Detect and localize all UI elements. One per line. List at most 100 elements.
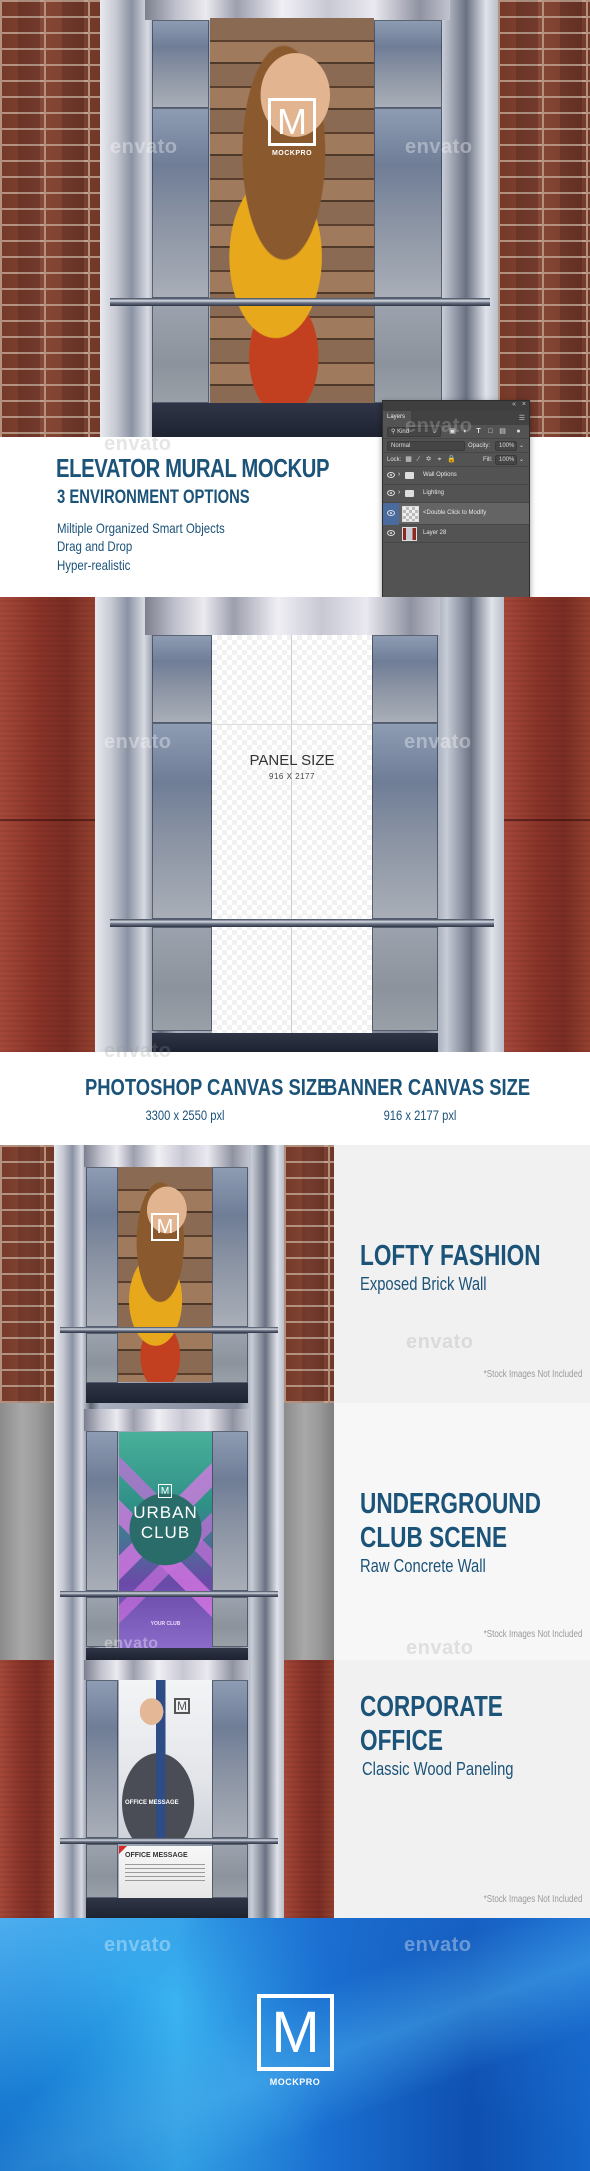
folder-icon: [405, 472, 414, 479]
visibility-eye-icon[interactable]: [387, 510, 395, 516]
opacity-field[interactable]: 100%: [495, 441, 517, 451]
environment-lofty-fashion: M LOFTY FASHION Exposed Brick Wall envat…: [0, 1145, 590, 1403]
panel-menu-icon[interactable]: ☰: [519, 414, 525, 422]
filter-smart-object-icon[interactable]: ▤: [499, 428, 506, 435]
elevator-panel: [86, 1431, 118, 1591]
mockpro-logo-mark: M: [268, 98, 316, 146]
elevator-panel: [86, 1167, 118, 1327]
visibility-eye-icon[interactable]: [387, 472, 395, 478]
elevator-panel: [212, 1597, 248, 1647]
layer-thumbnail: [402, 527, 417, 541]
brick-wall-left: [0, 0, 100, 437]
environment-title: UNDERGROUND: [360, 1488, 541, 1520]
elevator-panel: [86, 1680, 118, 1838]
elevator-ceiling: [145, 597, 440, 635]
layer-row-smart-object[interactable]: <Double Click to Modify: [383, 503, 529, 525]
hero-section: M MOCKPRO envato envato: [0, 0, 590, 437]
lock-all-icon[interactable]: 🔒: [447, 456, 456, 463]
envato-watermark: envato: [104, 1040, 172, 1062]
folder-icon: [405, 490, 414, 497]
smart-object-thumbnail: [402, 506, 419, 522]
envato-watermark: envato: [404, 731, 472, 753]
environment-info-panel: LOFTY FASHION Exposed Brick Wall envato …: [334, 1145, 590, 1403]
stock-disclaimer: *Stock Images Not Included: [483, 1629, 582, 1640]
concrete-wall-left: [0, 1403, 54, 1660]
lock-label: Lock:: [387, 457, 402, 463]
environment-underground-club: M URBAN CLUB YOUR CLUB envato UNDERGROUN…: [0, 1403, 590, 1660]
environment-subtitle: Raw Concrete Wall: [360, 1556, 486, 1576]
environment-title: LOFTY FASHION: [360, 1240, 541, 1272]
mockpro-logo-caption: MOCKPRO: [271, 150, 313, 157]
office-poster-image: [119, 1680, 212, 1838]
elevator-handrail: [110, 919, 494, 927]
elevator-handrail: [110, 298, 490, 306]
brick-wall-right: [284, 1145, 334, 1403]
environment-info-panel: CORPORATE OFFICE Classic Wood Paneling *…: [334, 1660, 590, 1918]
feature-item: Drag and Drop: [57, 538, 133, 554]
environment-corporate-office: M OFFICE MESSAGE OFFICE MESSAGE CORPORAT…: [0, 1660, 590, 1918]
layer-name: <Double Click to Modify: [423, 510, 487, 516]
envato-watermark: envato: [104, 1635, 159, 1652]
elevator-panel: [152, 927, 212, 1031]
lock-brush-icon[interactable]: ∕: [415, 456, 422, 463]
layer-row-lighting[interactable]: › Lighting: [383, 485, 529, 503]
lock-move-icon[interactable]: ✡: [425, 456, 432, 463]
poster-title: CLUB: [140, 1523, 191, 1542]
canvas-size-label: BANNER CANVAS SIZE: [324, 1074, 531, 1100]
blank-panel-placeholder: [212, 635, 372, 1033]
wood-wall-left: [0, 1660, 54, 1918]
canvas-size-value: 3300 x 2550 pxl: [145, 1107, 225, 1123]
filter-toggle-icon[interactable]: ●: [515, 428, 522, 435]
elevator-panel: [152, 635, 212, 723]
visibility-eye-icon[interactable]: [387, 530, 395, 536]
card-heading: OFFICE MESSAGE: [125, 1852, 188, 1859]
blend-row: Normal Opacity: 100% ⌄: [383, 439, 529, 453]
elevator-panel: [212, 1431, 248, 1591]
layer-name: Wall Options: [423, 472, 457, 478]
layer-row-layer-28[interactable]: Layer 28: [383, 525, 529, 543]
wood-wall-left: [0, 597, 95, 1052]
elevator-panel: [212, 1680, 248, 1838]
card-body-lines: [125, 1864, 205, 1884]
elevator-panel: [374, 20, 442, 108]
environment-subtitle: Classic Wood Paneling: [362, 1759, 514, 1779]
elevator-panel: [372, 927, 438, 1031]
chevron-right-icon[interactable]: ›: [398, 471, 400, 478]
collapse-icon[interactable]: «: [512, 401, 516, 408]
canvas-size-block: BANNER CANVAS SIZE 916 x 2177 pxl: [300, 1074, 540, 1123]
panel-divider: [212, 724, 372, 725]
opacity-label: Opacity:: [468, 443, 491, 449]
fill-field[interactable]: 100%: [495, 455, 517, 465]
chevron-right-icon[interactable]: ›: [398, 489, 400, 496]
fashion-mural-image: [118, 1167, 212, 1382]
panel-size-dims: 916 X 2177: [269, 772, 315, 781]
filter-shape-icon[interactable]: □: [487, 428, 494, 435]
chevron-down-icon[interactable]: ⌄: [519, 456, 524, 463]
panel-divider: [291, 635, 292, 1033]
mockpro-logo-mark: M: [158, 1484, 172, 1498]
filter-type-icon[interactable]: T: [475, 428, 482, 435]
brand-footer: envato envato M MOCKPRO: [0, 1918, 590, 2171]
canvas-size-block: PHOTOSHOP CANVAS SIZE 3300 x 2550 pxl: [60, 1074, 329, 1123]
lock-artboard-icon[interactable]: ⌖: [436, 456, 443, 463]
poster-title: URBAN: [133, 1503, 198, 1522]
environment-subtitle: Exposed Brick Wall: [360, 1274, 487, 1294]
elevator-panel: [372, 635, 438, 723]
layer-row-wall-options[interactable]: › Wall Options: [383, 467, 529, 485]
envato-watermark: envato: [405, 136, 473, 158]
envato-watermark: envato: [404, 1934, 472, 1956]
envato-watermark: envato: [406, 1331, 474, 1353]
close-icon[interactable]: ×: [522, 401, 526, 408]
elevator-ceiling: [84, 1145, 249, 1167]
elevator-panel: [212, 1844, 248, 1898]
blend-mode-select[interactable]: Normal: [387, 441, 465, 451]
lock-transparent-icon[interactable]: ▦: [405, 456, 412, 463]
office-message-card: OFFICE MESSAGE: [119, 1846, 212, 1898]
elevator-floor: [86, 1383, 248, 1403]
chevron-down-icon[interactable]: ⌄: [519, 442, 524, 449]
layers-list: › Wall Options › Lighting <Double Click …: [383, 467, 529, 543]
visibility-eye-icon[interactable]: [387, 490, 395, 496]
elevator-panel: [152, 20, 209, 108]
envato-watermark: envato: [406, 1637, 474, 1659]
concrete-wall-right: [284, 1403, 334, 1660]
